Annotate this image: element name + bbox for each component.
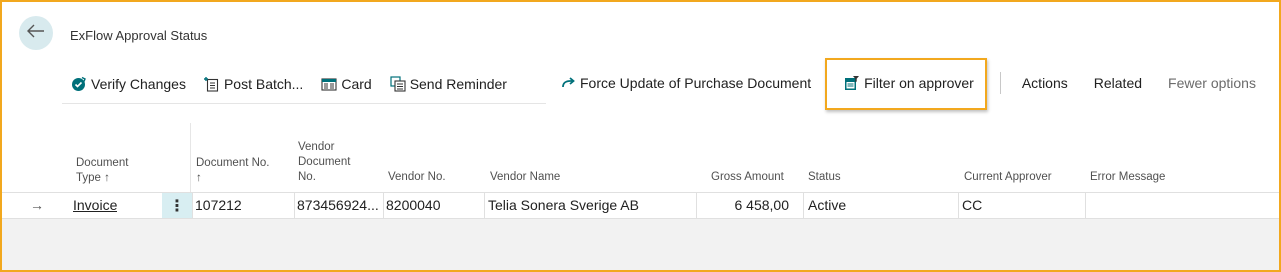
column-header-document-no[interactable]: Document No. ↑ (196, 156, 270, 186)
card-button[interactable]: Card (312, 70, 380, 98)
column-header-vendor-document-no-line1: Vendor (298, 141, 335, 153)
table-row[interactable]: → Invoice ⋮ 107212 873456924... 8200040 … (2, 192, 1279, 219)
send-reminder-button[interactable]: Send Reminder (381, 70, 516, 98)
redo-arrow-icon (560, 75, 576, 91)
vendor-no-cell[interactable]: 8200040 (386, 193, 441, 218)
verify-changes-label: Verify Changes (91, 75, 186, 92)
more-vertical-icon: ⋮ (169, 197, 185, 215)
column-header-document-no-line2: ↑ (196, 172, 202, 184)
header-divider (190, 123, 191, 192)
column-header-document-no-line1: Document No. (196, 157, 270, 169)
cell-divider (192, 193, 193, 218)
column-header-vendor-no[interactable]: Vendor No. (388, 170, 446, 185)
fewer-options-toggle[interactable]: Fewer options (1155, 75, 1269, 91)
column-header-vendor-document-no[interactable]: Vendor Document No. (298, 140, 350, 185)
row-menu-button[interactable]: ⋮ (162, 193, 192, 218)
grid-empty-area (2, 219, 1279, 270)
column-header-vendor-document-no-line3: No. (298, 171, 316, 183)
column-header-gross-amount[interactable]: Gross Amount (711, 170, 784, 185)
related-menu[interactable]: Related (1081, 75, 1155, 91)
gross-amount-cell[interactable]: 6 458,00 (699, 193, 790, 218)
column-header-error-message[interactable]: Error Message (1090, 170, 1165, 185)
card-label: Card (341, 75, 372, 92)
vendor-document-no-cell[interactable]: 873456924... (297, 193, 383, 218)
arrow-left-icon (27, 24, 45, 43)
column-header-vendor-name[interactable]: Vendor Name (490, 170, 560, 185)
verify-changes-button[interactable]: Verify Changes (62, 70, 195, 98)
cell-divider (696, 193, 697, 218)
current-approver-cell[interactable]: CC (962, 193, 982, 218)
document-type-link[interactable]: Invoice (73, 193, 117, 218)
check-badge-icon (71, 76, 87, 92)
cell-divider (484, 193, 485, 218)
row-indicator-arrow-icon: → (30, 197, 44, 213)
toolbar-divider (999, 72, 1001, 94)
send-reminder-icon (390, 75, 406, 92)
column-header-status[interactable]: Status (808, 170, 841, 185)
send-reminder-label: Send Reminder (409, 75, 507, 92)
action-bar-primary: Verify Changes Post Batch... Card Send R… (62, 64, 546, 104)
column-header-document-type-line2: Type ↑ (76, 172, 110, 184)
actions-menu[interactable]: Actions (1009, 75, 1081, 91)
force-update-button[interactable]: Force Update of Purchase Document (546, 69, 820, 97)
vendor-name-cell[interactable]: Telia Sonera Sverige AB (488, 193, 639, 218)
document-no-cell[interactable]: 107212 (195, 193, 242, 218)
cell-divider (958, 193, 959, 218)
column-header-current-approver[interactable]: Current Approver (964, 170, 1052, 185)
post-batch-label: Post Batch... (223, 75, 304, 92)
force-update-label: Force Update of Purchase Document (580, 75, 812, 91)
cell-divider (1085, 193, 1086, 218)
cell-divider (294, 193, 295, 218)
filter-on-approver-highlight (825, 58, 987, 110)
column-header-document-type[interactable]: Document Type ↑ (76, 156, 128, 186)
post-batch-button[interactable]: Post Batch... (195, 70, 312, 98)
column-header-document-type-line1: Document (76, 157, 129, 169)
card-icon (321, 76, 337, 92)
back-button[interactable] (19, 16, 53, 50)
page-title: ExFlow Approval Status (70, 28, 208, 43)
column-header-vendor-document-no-line2: Document (298, 156, 351, 168)
cell-divider (803, 193, 804, 218)
post-batch-icon (203, 76, 220, 92)
status-cell[interactable]: Active (808, 193, 846, 218)
cell-divider (383, 193, 384, 218)
